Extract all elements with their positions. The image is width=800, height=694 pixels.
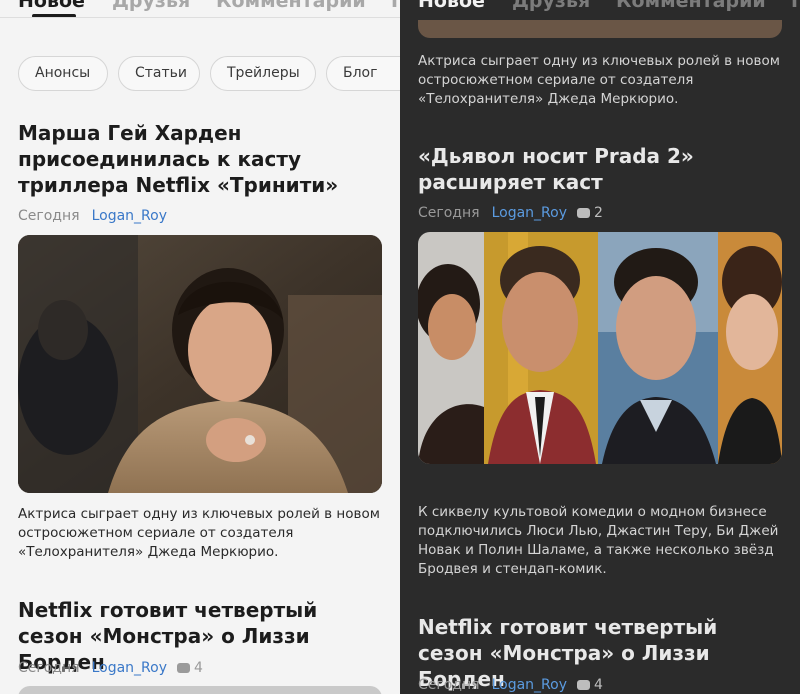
tab-more[interactable]: Тр xyxy=(388,0,400,12)
article-image[interactable] xyxy=(18,686,382,694)
article-image[interactable] xyxy=(418,232,782,464)
article-date: Сегодня xyxy=(418,205,480,221)
article-description: Актриса сыграет одну из ключевых ролей в… xyxy=(418,53,780,107)
article-date: Сегодня xyxy=(418,677,480,693)
article-title[interactable]: Марша Гей Харден присоединилась к касту … xyxy=(18,120,388,198)
tab-new[interactable]: Новое xyxy=(18,0,85,12)
article-meta: Сегодня Logan_Roy xyxy=(18,207,167,225)
comment-bubble-icon xyxy=(177,663,190,673)
article-image[interactable] xyxy=(418,20,782,38)
article-photo-illustration xyxy=(18,235,382,493)
tab-comments[interactable]: Комментарии xyxy=(216,0,366,12)
tab-comments[interactable]: Комментарии xyxy=(616,0,766,12)
article-description: К сиквелу культовой комедии о модном биз… xyxy=(418,504,779,577)
tab-friends[interactable]: Друзья xyxy=(512,0,590,12)
chip-articles[interactable]: Статьи xyxy=(118,56,200,91)
article-meta: Сегодня Logan_Roy 2 xyxy=(418,204,603,222)
article-image[interactable] xyxy=(18,235,382,493)
article-date: Сегодня xyxy=(18,208,80,224)
chip-blog[interactable]: Блог xyxy=(326,56,400,91)
dark-theme-pane: Новое Друзья Комментарии Тр Актриса сыгр… xyxy=(400,0,800,694)
article-author[interactable]: Logan_Roy xyxy=(92,660,167,676)
article-meta: Сегодня Logan_Roy 4 xyxy=(418,676,603,694)
article-meta: Сегодня Logan_Roy 4 xyxy=(18,659,203,677)
article-description: Актриса сыграет одну из ключевых ролей в… xyxy=(18,506,380,560)
comment-count[interactable]: 2 xyxy=(577,205,603,221)
article-date: Сегодня xyxy=(18,660,80,676)
comment-count[interactable]: 4 xyxy=(177,660,203,676)
article-author[interactable]: Logan_Roy xyxy=(492,205,567,221)
comment-count[interactable]: 4 xyxy=(577,677,603,693)
chip-trailers[interactable]: Трейлеры xyxy=(210,56,316,91)
tab-bar: Новое Друзья Комментарии Тр xyxy=(0,0,400,24)
chip-announcements[interactable]: Анонсы xyxy=(18,56,108,91)
article-author[interactable]: Logan_Roy xyxy=(92,208,167,224)
tab-new[interactable]: Новое xyxy=(418,0,485,12)
tab-divider xyxy=(0,17,400,18)
comment-bubble-icon xyxy=(577,680,590,690)
article-author[interactable]: Logan_Roy xyxy=(492,677,567,693)
tab-more[interactable]: Тр xyxy=(788,0,800,12)
article-title[interactable]: «Дьявол носит Prada 2» расширяет каст xyxy=(418,143,788,195)
article-photo-collage xyxy=(418,232,782,464)
tab-friends[interactable]: Друзья xyxy=(112,0,190,12)
light-theme-pane: Новое Друзья Комментарии Тр Анонсы Стать… xyxy=(0,0,400,694)
comment-bubble-icon xyxy=(577,208,590,218)
